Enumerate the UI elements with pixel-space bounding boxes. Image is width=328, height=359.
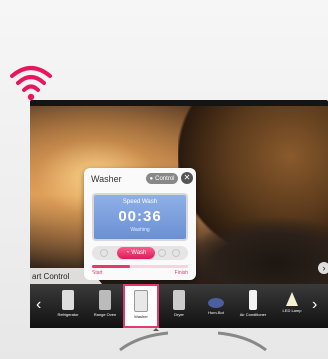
panel-title: Washer	[91, 174, 122, 184]
appliance-dryer[interactable]: Dryer	[161, 286, 197, 326]
washer-icon	[134, 290, 148, 312]
led-lamp-icon	[286, 292, 298, 306]
wash-progress-bar	[92, 265, 188, 268]
cycle-indicator: ◔ Wash	[92, 246, 188, 260]
wash-progress-fill	[92, 265, 131, 268]
wifi-icon	[10, 66, 52, 101]
close-icon: ✕	[183, 173, 191, 182]
appliance-label: Refrigerator	[57, 312, 79, 317]
range-oven-icon	[99, 290, 111, 310]
appliance-label: Air Conditioner	[239, 312, 267, 317]
appliance-label: Dryer	[174, 312, 184, 317]
dryer-icon	[173, 290, 185, 310]
appliance-label: Hom-Bot	[208, 310, 224, 315]
air-conditioner-icon	[249, 290, 257, 310]
control-button[interactable]: ● Control	[146, 173, 178, 184]
cycle-step-prewash	[100, 249, 108, 257]
washer-display: Speed Wash 00:36 Washing	[92, 193, 188, 241]
chevron-right-icon[interactable]: ›	[312, 296, 317, 314]
appliance-label: Range Oven	[93, 312, 117, 317]
cycle-step-spin	[172, 249, 180, 257]
chevron-left-icon[interactable]: ‹	[36, 296, 41, 314]
wash-icon: ◔	[125, 250, 130, 256]
wash-status: Washing	[130, 227, 150, 233]
appliance-air-conditioner[interactable]: Air Conditioner	[235, 286, 271, 326]
control-label: Control	[155, 175, 175, 182]
scroll-indicator[interactable]: ›	[318, 262, 328, 274]
cycle-step-rinse	[158, 249, 166, 257]
appliance-refrigerator[interactable]: Refrigerator	[50, 286, 86, 326]
appliance-label: LED Lamp	[282, 308, 302, 313]
wash-mode: Speed Wash	[122, 199, 158, 205]
refrigerator-icon	[62, 290, 74, 310]
appliance-range-oven[interactable]: Range Oven	[87, 286, 123, 326]
appliance-label: Washer	[134, 314, 148, 319]
appliance-washer[interactable]: Washer	[123, 284, 159, 328]
appliance-led-lamp[interactable]: LED Lamp	[274, 286, 310, 326]
close-button[interactable]: ✕	[181, 172, 193, 184]
robot-vacuum-icon	[208, 298, 224, 308]
cycle-step-label: Wash	[131, 250, 147, 256]
appliance-bar: ‹ › Refrigerator Range Oven Washer Dryer…	[30, 284, 328, 328]
control-icon: ●	[149, 175, 154, 182]
washer-panel: Washer ● Control ✕ Speed Wash 00:36 Wash…	[84, 168, 196, 280]
tv-stand	[119, 331, 267, 352]
progress-finish-label: Finish	[174, 270, 188, 276]
remaining-time: 00:36	[118, 208, 162, 225]
appliance-hom-bot[interactable]: Hom-Bot	[198, 286, 234, 326]
cycle-step-wash: ◔ Wash	[117, 247, 155, 259]
